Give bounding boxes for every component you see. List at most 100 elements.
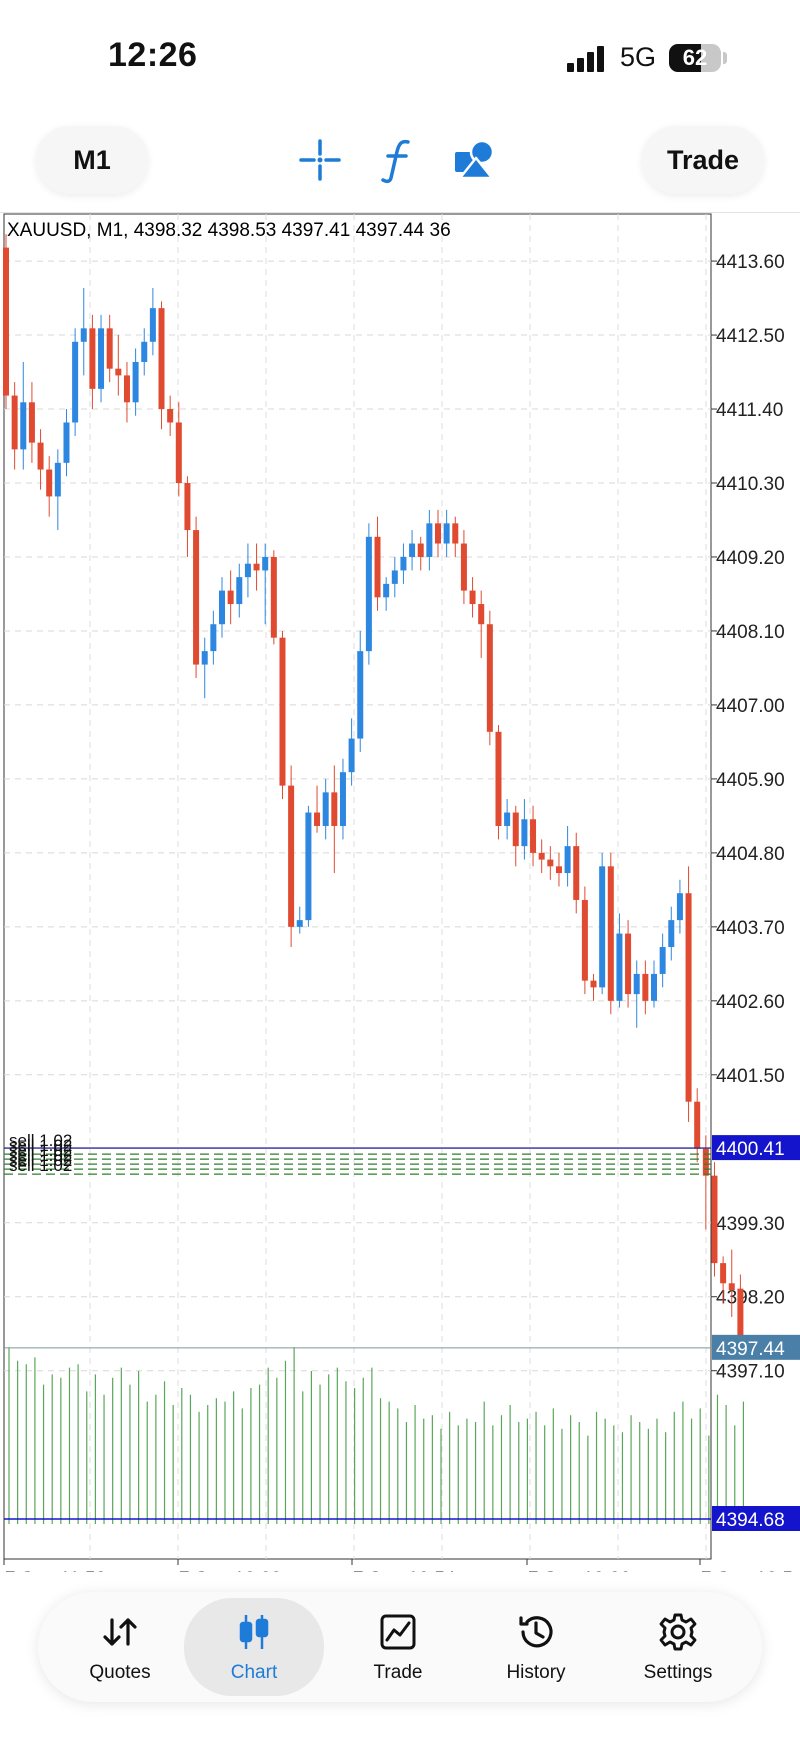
candle-bullish	[348, 738, 355, 773]
candle-bullish	[262, 556, 269, 571]
price-axis-label: 4411.40	[716, 400, 783, 421]
candle-bearish	[625, 933, 632, 995]
price-axis-label: 4407.00	[716, 696, 785, 717]
nav-chart-label: Chart	[230, 1662, 278, 1683]
price-axis-label: 4409.20	[716, 548, 785, 569]
time-axis-label: 7 Sep 12:54	[353, 1569, 456, 1572]
cellular-signal-icon	[567, 44, 607, 72]
candle-bullish	[676, 893, 683, 921]
price-axis-label: 4398.20	[716, 1288, 785, 1309]
candle-bearish	[123, 375, 130, 403]
candle-bearish	[486, 624, 493, 732]
candle-bearish	[469, 590, 476, 605]
candle-bullish	[564, 846, 571, 874]
candle-bearish	[331, 792, 338, 826]
current-price-tag-text: 4397.44	[716, 1339, 785, 1360]
chart-info-line: XAUUSD, M1, 4398.32 4398.53 4397.41 4397…	[7, 220, 451, 241]
candle-bearish	[106, 328, 113, 369]
settings-icon	[659, 1613, 697, 1651]
candle-bullish	[400, 556, 407, 571]
price-axis-label: 4413.60	[716, 252, 785, 273]
candle-bearish	[435, 523, 441, 544]
candle-bearish	[530, 819, 537, 853]
nav-quotes[interactable]: Quotes	[50, 1592, 190, 1702]
candle-bearish	[460, 543, 467, 591]
time-axis-label: 7 Sep 13:26	[528, 1569, 630, 1572]
candle-bearish	[3, 247, 9, 396]
nav-history[interactable]: History	[466, 1592, 606, 1702]
crosshair-icon[interactable]	[294, 132, 346, 188]
price-axis-label: 4404.80	[716, 844, 785, 865]
price-axis-label: 4408.10	[716, 622, 785, 643]
candle-bullish	[20, 402, 27, 450]
candle-bearish	[478, 604, 485, 625]
candle-bearish	[89, 328, 96, 389]
candle-bullish	[365, 536, 372, 652]
candle-bearish	[573, 846, 580, 900]
candle-bearish	[37, 442, 44, 470]
candle-bullish	[322, 792, 329, 826]
candle-bearish	[702, 1148, 709, 1176]
candle-bullish	[659, 947, 666, 974]
candle-bearish	[227, 590, 234, 605]
candle-bullish	[244, 563, 251, 578]
nav-settings[interactable]: Settings	[608, 1592, 748, 1702]
candle-bullish	[651, 973, 657, 1001]
candle-bullish	[409, 543, 416, 557]
candle-bullish	[443, 523, 450, 544]
chart-canvas[interactable]: 4413.60 4412.50 4411.40 4410.30 4409.20 4408.…	[0, 212, 800, 1572]
time-axis-label: 7 Sep 11:50	[5, 1569, 106, 1572]
candle-bullish	[391, 570, 398, 584]
nav-trade[interactable]: Trade	[328, 1592, 468, 1702]
indicators-icon[interactable]	[372, 132, 424, 188]
nav-history-label: History	[506, 1662, 566, 1683]
candle-bearish	[417, 543, 424, 557]
candle-bearish	[314, 812, 321, 826]
chart-icon	[239, 1615, 269, 1649]
price-axis-label: 4405.90	[716, 770, 785, 791]
candle-bullish	[141, 341, 148, 362]
candle-bullish	[72, 341, 79, 423]
candle-bearish	[270, 556, 277, 638]
candle-bullish	[504, 812, 511, 826]
candle-bullish	[201, 651, 208, 665]
candle-bullish	[98, 328, 105, 389]
candle-bullish	[132, 361, 139, 403]
candle-bullish	[383, 583, 390, 598]
candle-bearish	[685, 893, 692, 1102]
candle-bullish	[149, 308, 156, 342]
network-type: 5G	[620, 42, 657, 72]
candle-bearish	[711, 1175, 718, 1264]
nav-chart[interactable]: Chart	[184, 1598, 324, 1696]
battery-level: 62	[682, 45, 708, 70]
time-axis-label: 7 Sep 13:5	[701, 1569, 793, 1572]
candle-bullish	[80, 328, 87, 342]
candle-bullish	[521, 819, 528, 847]
candle-bullish	[357, 651, 364, 739]
objects-icon[interactable]	[450, 132, 502, 188]
volume-level-tag-text: 4394.68	[716, 1510, 785, 1531]
candle-bearish	[590, 980, 597, 988]
candle-bearish	[253, 563, 260, 571]
candle-bullish	[210, 624, 217, 652]
price-chart[interactable]: 4413.60 4412.50 4411.40 4410.30 4409.20 4408.…	[0, 212, 800, 1572]
bottom-navigation: Quotes Chart Trade History Settings	[38, 1592, 762, 1702]
candle-bearish	[538, 852, 545, 860]
nav-trade-label: Trade	[373, 1662, 423, 1683]
candle-bullish	[305, 812, 312, 921]
candle-bullish	[54, 462, 61, 497]
candle-bullish	[668, 920, 675, 948]
candle-bearish	[642, 973, 649, 1001]
candle-bullish	[633, 973, 640, 995]
candle-bullish	[339, 772, 346, 826]
trade-icon	[380, 1614, 416, 1650]
candle-bullish	[616, 933, 623, 1001]
trade-button[interactable]: Trade	[642, 126, 764, 194]
sell-order-label: sell 1.02	[9, 1156, 72, 1175]
candle-bearish	[728, 1283, 735, 1290]
candle-bearish	[288, 785, 295, 927]
timeframe-button[interactable]: M1	[36, 126, 148, 194]
candle-bearish	[184, 483, 191, 531]
candle-bullish	[219, 590, 225, 625]
price-axis-label: 4401.50	[716, 1066, 785, 1087]
